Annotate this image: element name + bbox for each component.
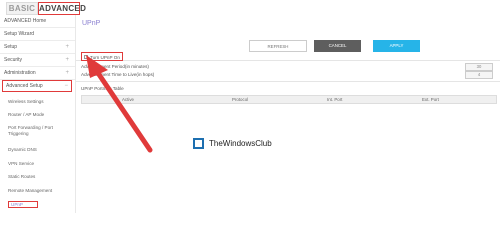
annotation-arrow-icon bbox=[86, 55, 153, 153]
